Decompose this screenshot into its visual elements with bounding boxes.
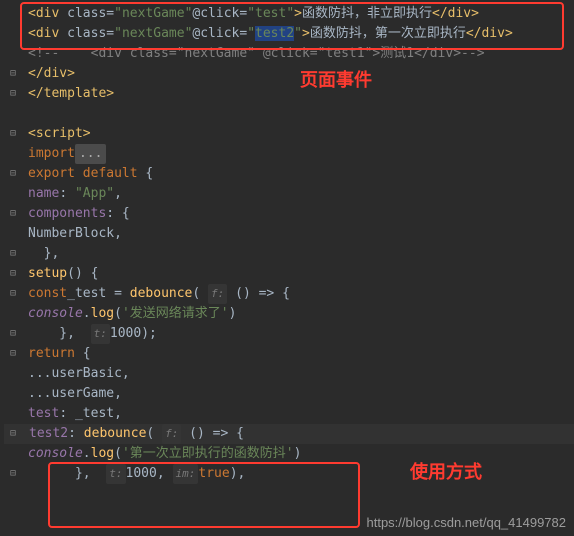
code-line: ⊟ components: { xyxy=(4,204,574,224)
fold-icon[interactable]: ⊟ xyxy=(4,244,22,264)
code-line: console.log('发送网络请求了') xyxy=(4,304,574,324)
code-line: ⊟ const _test = debounce( f: () => { xyxy=(4,284,574,304)
code-line: console.log('第一次立即执行的函数防抖') xyxy=(4,444,574,464)
code-line: ⊟ }, t: 1000); xyxy=(4,324,574,344)
code-line: ⊟<script> xyxy=(4,124,574,144)
fold-icon[interactable]: ⊟ xyxy=(4,424,22,444)
watermark: https://blog.csdn.net/qq_41499782 xyxy=(367,515,567,530)
code-line: <div class="nextGame" @click="test2">函数防… xyxy=(4,24,574,44)
code-editor[interactable]: <div class="nextGame" @click="test">函数防抖… xyxy=(0,0,574,484)
code-line: ⊟ }, t: 1000, im: true), xyxy=(4,464,574,484)
code-line: ⊟</template> xyxy=(4,84,574,104)
code-line: ⊟ return { xyxy=(4,344,574,364)
code-line: test: _test, xyxy=(4,404,574,424)
code-line: ⊟export default { xyxy=(4,164,574,184)
code-line: name: "App", xyxy=(4,184,574,204)
code-line: <div class="nextGame" @click="test">函数防抖… xyxy=(4,4,574,24)
folded-code[interactable]: ... xyxy=(75,144,106,164)
fold-icon[interactable]: ⊟ xyxy=(4,84,22,104)
annotation-top: 页面事件 xyxy=(300,66,372,92)
code-line: ...userBasic, xyxy=(4,364,574,384)
code-line xyxy=(4,104,574,124)
code-line: ⊟ test2: debounce( f: () => { xyxy=(4,424,574,444)
code-line: NumberBlock, xyxy=(4,224,574,244)
code-line: ⊟ setup() { xyxy=(4,264,574,284)
fold-icon[interactable]: ⊟ xyxy=(4,204,22,224)
fold-icon[interactable]: ⊟ xyxy=(4,344,22,364)
annotation-bottom: 使用方式 xyxy=(410,458,482,484)
code-line: ⊟ }, xyxy=(4,244,574,264)
fold-icon[interactable]: ⊟ xyxy=(4,324,22,344)
code-line: import ... xyxy=(4,144,574,164)
code-line: <!-- <div class="nextGame" @click="test1… xyxy=(4,44,574,64)
fold-icon[interactable]: ⊟ xyxy=(4,464,22,484)
fold-icon[interactable]: ⊟ xyxy=(4,264,22,284)
fold-icon[interactable]: ⊟ xyxy=(4,284,22,304)
fold-icon[interactable]: ⊟ xyxy=(4,64,22,84)
fold-icon[interactable]: ⊟ xyxy=(4,124,22,144)
fold-icon[interactable]: ⊟ xyxy=(4,164,22,184)
code-line: ...userGame, xyxy=(4,384,574,404)
code-line: ⊟ </div> xyxy=(4,64,574,84)
